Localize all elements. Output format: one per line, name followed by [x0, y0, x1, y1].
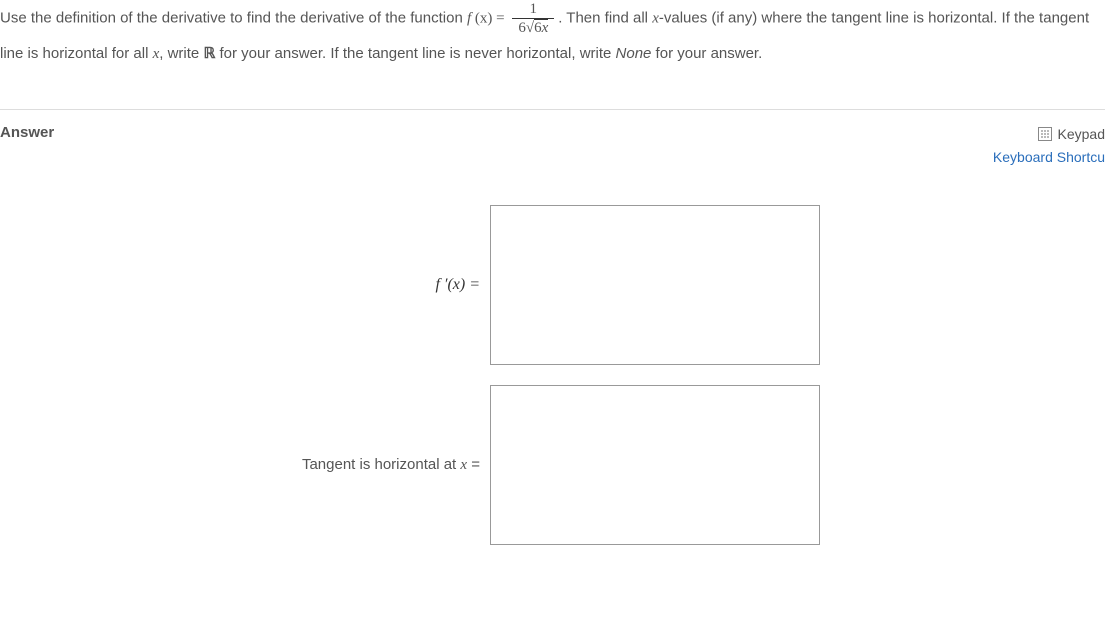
question-part1: Use the definition of the derivative to …: [0, 9, 467, 26]
fprime-label: f ′(x) =: [0, 276, 480, 294]
question-part2: . Then find all: [558, 9, 652, 26]
fraction-numerator: 1: [512, 0, 554, 19]
inputs-area: f ′(x) = Tangent is horizontal at x =: [0, 205, 1105, 545]
keypad-icon: [1038, 127, 1052, 141]
fprime-row: f ′(x) =: [0, 205, 820, 365]
keypad-button[interactable]: Keypad: [1038, 124, 1105, 144]
none-word: None: [616, 45, 652, 62]
question-part5: for your answer. If the tangent line is …: [215, 45, 615, 62]
fx-paren: (x) =: [475, 10, 508, 26]
real-symbol: ℝ: [203, 46, 215, 62]
fraction-denominator: 6√6x: [512, 19, 554, 37]
section-divider: [0, 109, 1105, 110]
answer-header-row: Answer Keypad Keyboard Shortcu: [0, 124, 1105, 165]
fprime-input[interactable]: [490, 205, 820, 365]
x-var: x: [652, 10, 659, 26]
fx-symbol: f: [467, 10, 475, 26]
tangent-label: Tangent is horizontal at x =: [0, 456, 480, 474]
answer-label: Answer: [0, 124, 54, 141]
question-part6: for your answer.: [651, 45, 762, 62]
question-part4: , write: [159, 45, 203, 62]
tangent-input[interactable]: [490, 385, 820, 545]
keypad-label: Keypad: [1058, 126, 1105, 142]
right-controls: Keypad Keyboard Shortcu: [993, 124, 1105, 165]
keyboard-shortcut-link[interactable]: Keyboard Shortcu: [993, 149, 1105, 165]
question-text-block: Use the definition of the derivative to …: [0, 0, 1105, 91]
tangent-row: Tangent is horizontal at x =: [0, 385, 820, 545]
fraction-expr: 1 6√6x: [512, 0, 554, 37]
